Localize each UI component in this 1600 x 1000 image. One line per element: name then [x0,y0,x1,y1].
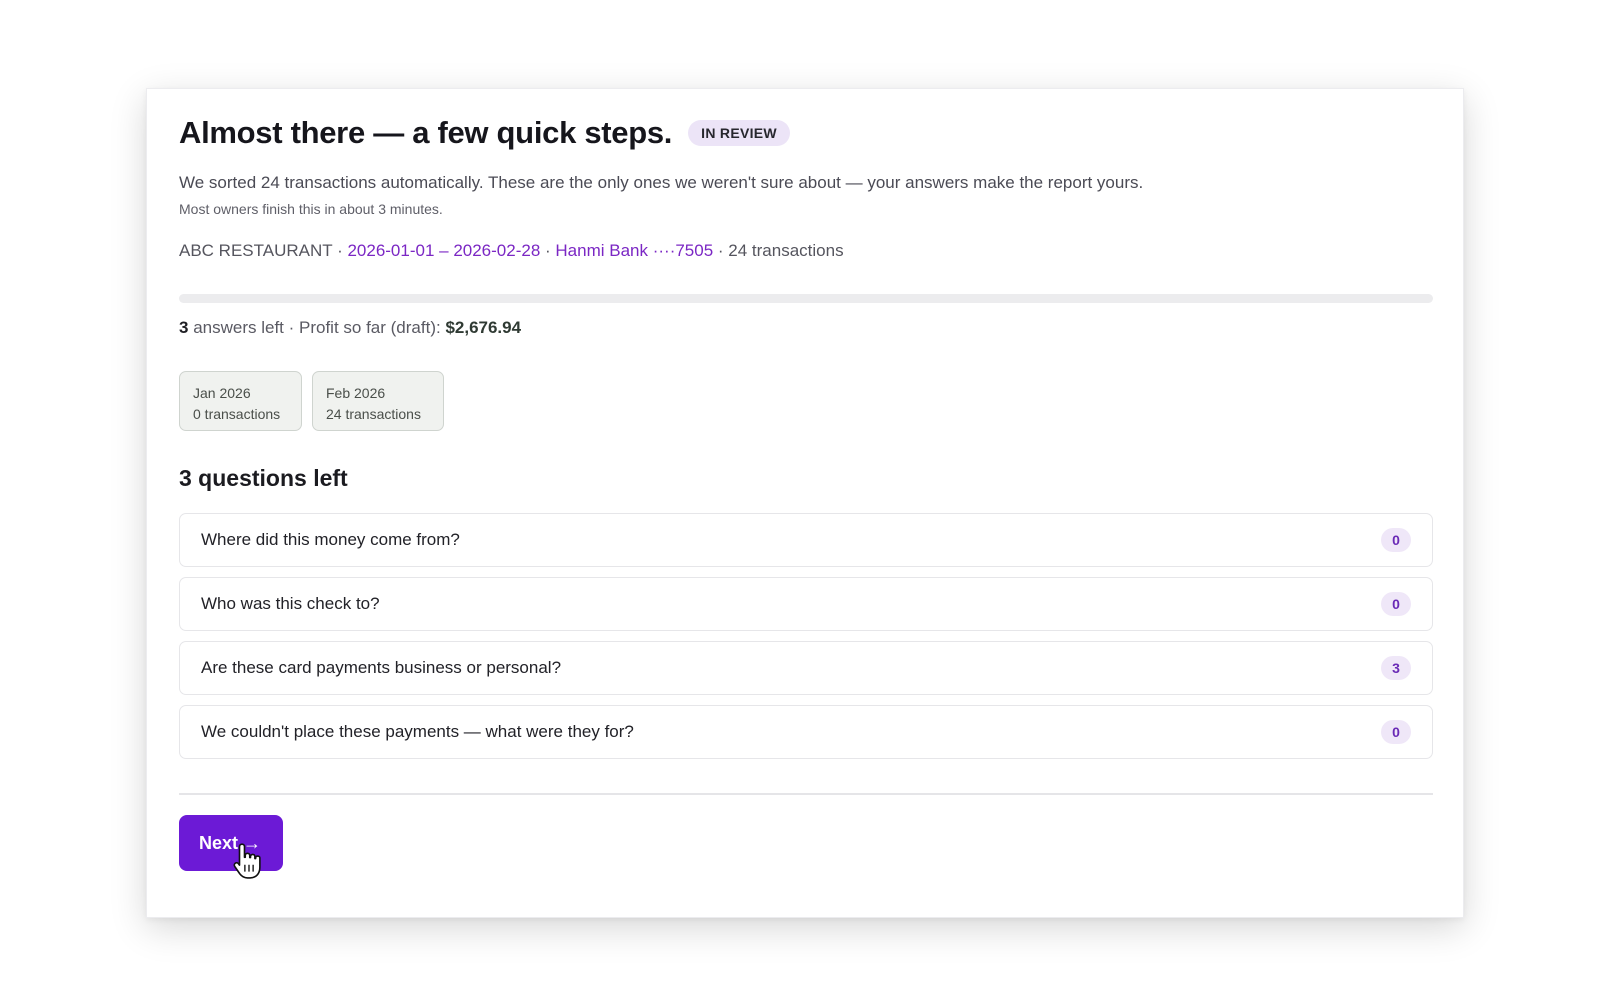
report-meta: ABC RESTAURANT · 2026-01-01 – 2026-02-28… [179,241,844,261]
question-count-badge: 0 [1381,592,1411,616]
meta-separator: · [332,241,348,260]
page-subtitle: We sorted 24 transactions automatically.… [179,173,1144,192]
question-text: Where did this money come from? [201,530,460,549]
question-count-badge: 0 [1381,528,1411,552]
question-count-badge: 3 [1381,656,1411,680]
month-chip-label: Feb 2026 [326,385,386,401]
title-row: Almost there — a few quick steps. IN REV… [179,115,790,151]
question-item-check-recipient[interactable]: Who was this check to? 0 [179,577,1433,631]
month-chip-feb-2026[interactable]: Feb 2026 24 transactions [312,371,444,431]
question-item-money-source[interactable]: Where did this money come from? 0 [179,513,1433,567]
bank-account-link[interactable]: Hanmi Bank ····7505 [555,241,713,260]
answers-left-label: answers left · Profit so far (draft): [188,318,446,337]
meta-separator: · [540,241,556,260]
question-text: Are these card payments business or pers… [201,658,562,677]
footer-divider [179,793,1433,795]
status-badge: IN REVIEW [688,120,790,146]
progress-bar [179,294,1433,303]
month-chip-count: 0 transactions [193,406,281,422]
business-name: ABC RESTAURANT [179,241,333,260]
time-hint: Most owners finish this in about 3 minut… [179,201,443,217]
draft-profit-value: $2,676.94 [445,318,522,337]
question-text: Who was this check to? [201,594,380,613]
review-card: Almost there — a few quick steps. IN REV… [146,88,1464,918]
month-filter: Jan 2026 0 transactions Feb 2026 24 tran… [179,371,444,431]
question-list: Where did this money come from? 0 Who wa… [179,513,1433,769]
transaction-count: 24 transactions [728,241,844,260]
month-chip-jan-2026[interactable]: Jan 2026 0 transactions [179,371,302,431]
question-text: We couldn't place these payments — what … [201,722,634,741]
date-range-link[interactable]: 2026-01-01 – 2026-02-28 [347,241,540,260]
month-chip-label: Jan 2026 [193,385,251,401]
next-button[interactable]: Next → [179,815,283,871]
question-item-card-payments[interactable]: Are these card payments business or pers… [179,641,1433,695]
hand-pointer-cursor-icon [233,843,261,879]
meta-separator: · [713,241,729,260]
page-title: Almost there — a few quick steps. [179,115,673,150]
month-chip-count: 24 transactions [326,406,421,422]
question-count-badge: 0 [1381,720,1411,744]
question-item-unplaced-payments[interactable]: We couldn't place these payments — what … [179,705,1433,759]
answers-status: 3 answers left · Profit so far (draft): … [179,318,521,338]
questions-heading: 3 questions left [179,465,348,491]
